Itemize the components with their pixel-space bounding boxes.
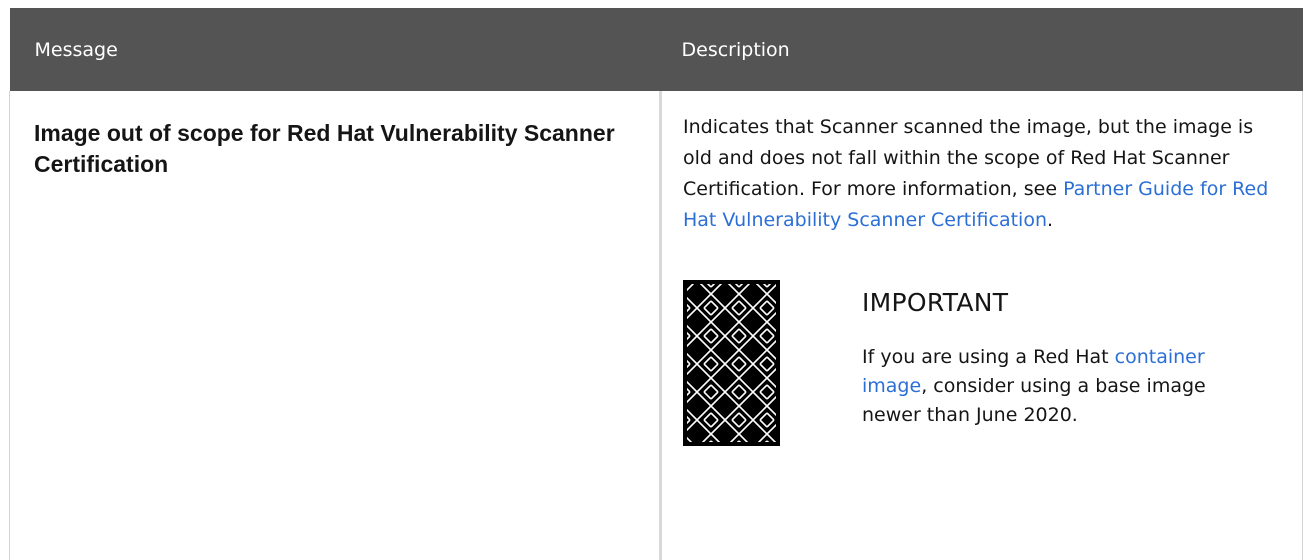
message-text: Image out of scope for Red Hat Vulnerabi… (34, 120, 615, 177)
admonition-body: IMPORTANT If you are using a Red Hat con… (862, 280, 1254, 430)
column-header-message: Message (34, 38, 118, 61)
table-header-row: Message Description (9, 8, 1303, 91)
message-cell: Image out of scope for Red Hat Vulnerabi… (9, 91, 662, 560)
description-cell: Indicates that Scanner scanned the image… (660, 91, 1303, 560)
admonition-text: If you are using a Red Hat container ima… (862, 343, 1254, 430)
table-row: Image out of scope for Red Hat Vulnerabi… (9, 91, 1303, 560)
column-header-description: Description (681, 38, 790, 61)
important-icon (683, 280, 780, 446)
important-admonition: IMPORTANT If you are using a Red Hat con… (683, 280, 1280, 446)
description-text-after: . (1047, 209, 1054, 231)
admonition-text-before: If you are using a Red Hat (862, 346, 1115, 368)
description-text: Indicates that Scanner scanned the image… (683, 112, 1280, 236)
document-page: Message Description Image out of scope f… (0, 0, 1311, 560)
message-table: Message Description Image out of scope f… (9, 8, 1303, 560)
admonition-title: IMPORTANT (862, 288, 1009, 317)
table-header: Message Description (9, 8, 1303, 91)
